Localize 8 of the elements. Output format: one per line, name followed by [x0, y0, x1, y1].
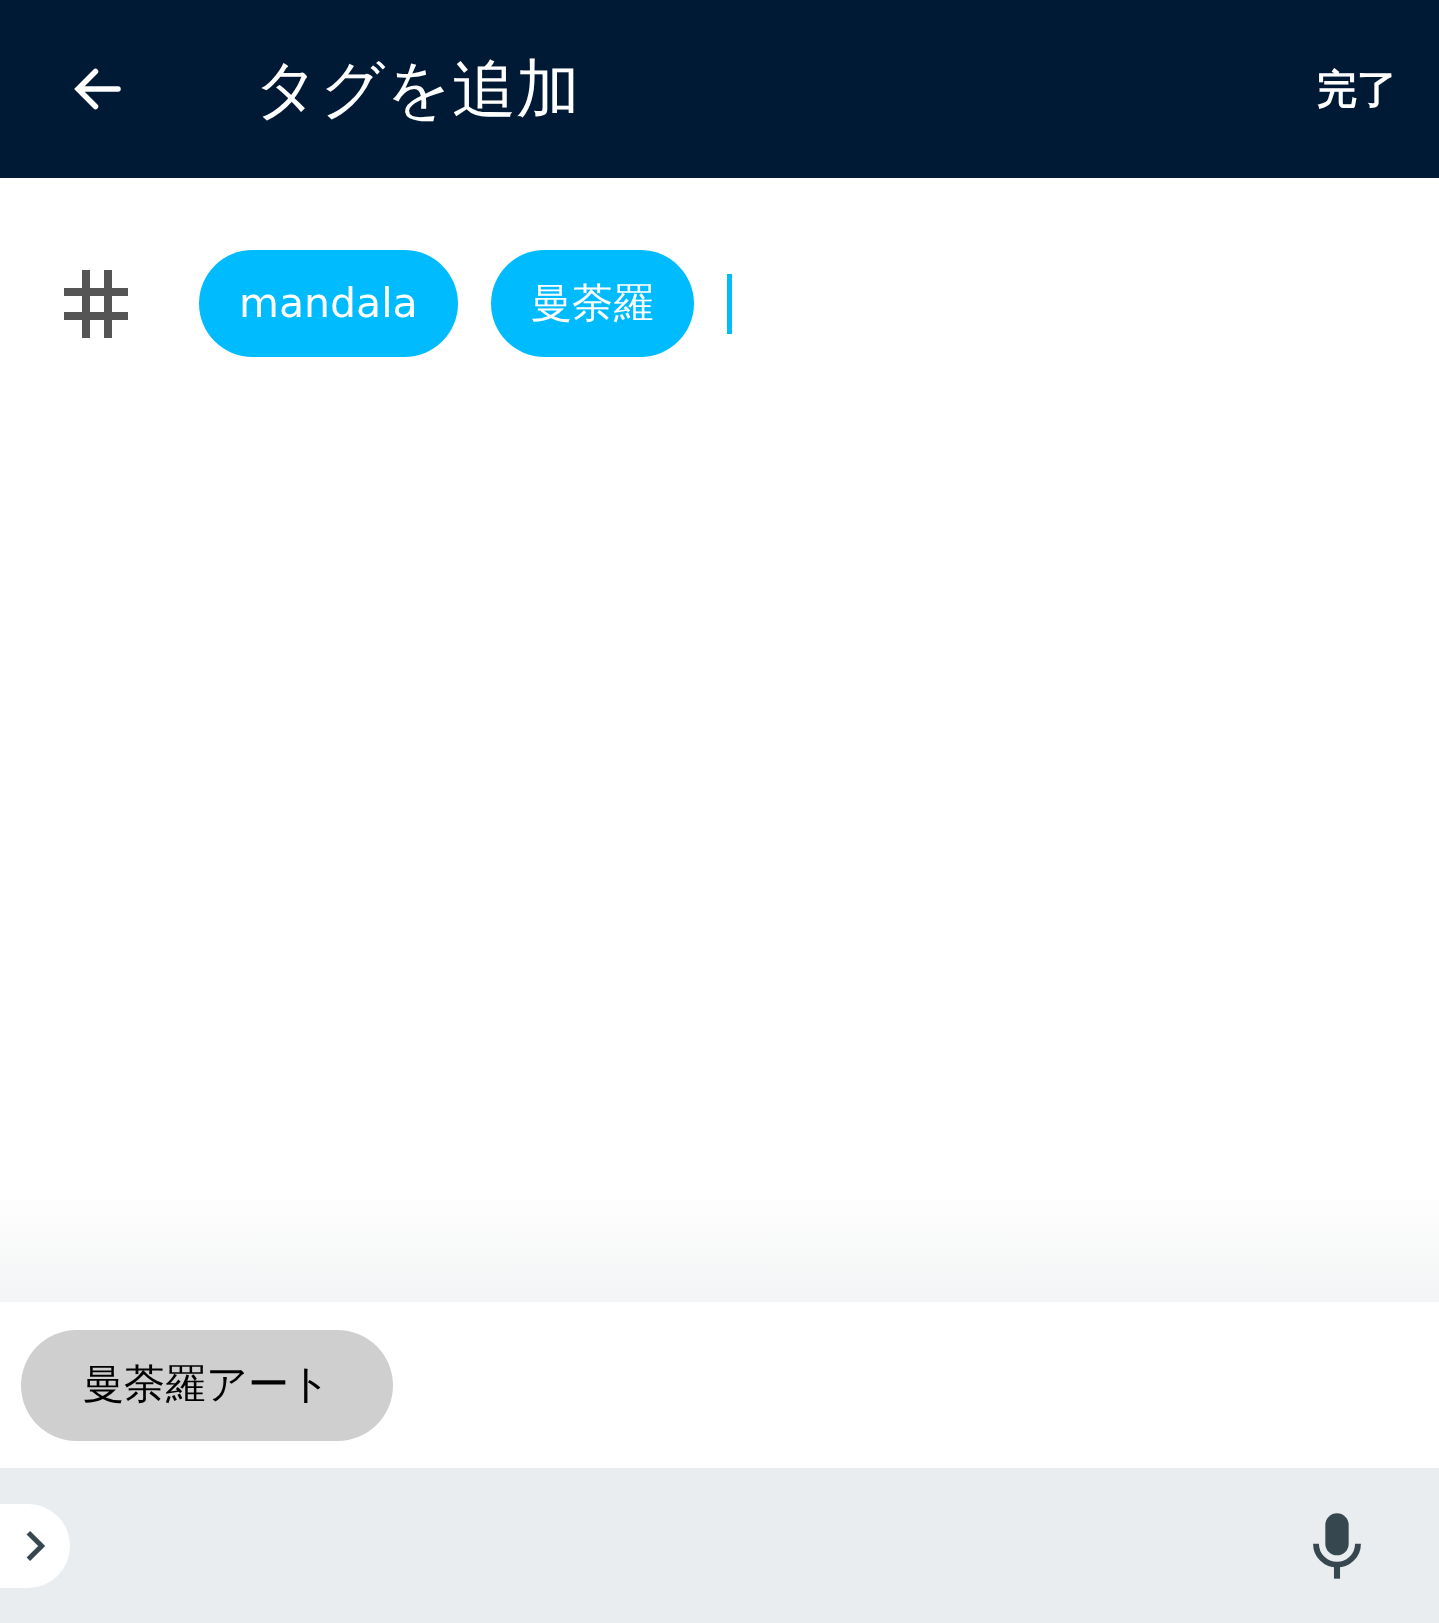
hash-icon	[64, 269, 128, 338]
tag-chip[interactable]: 曼荼羅	[490, 250, 694, 357]
done-button[interactable]: 完了	[1317, 69, 1397, 109]
expand-button[interactable]	[0, 1503, 70, 1588]
screen-title: タグを追加	[254, 57, 580, 121]
suggestion-chip[interactable]: 曼荼羅アート	[21, 1329, 393, 1441]
tag-chip[interactable]: mandala	[199, 250, 458, 357]
tag-input-field[interactable]: mandala 曼荼羅	[199, 250, 1439, 357]
